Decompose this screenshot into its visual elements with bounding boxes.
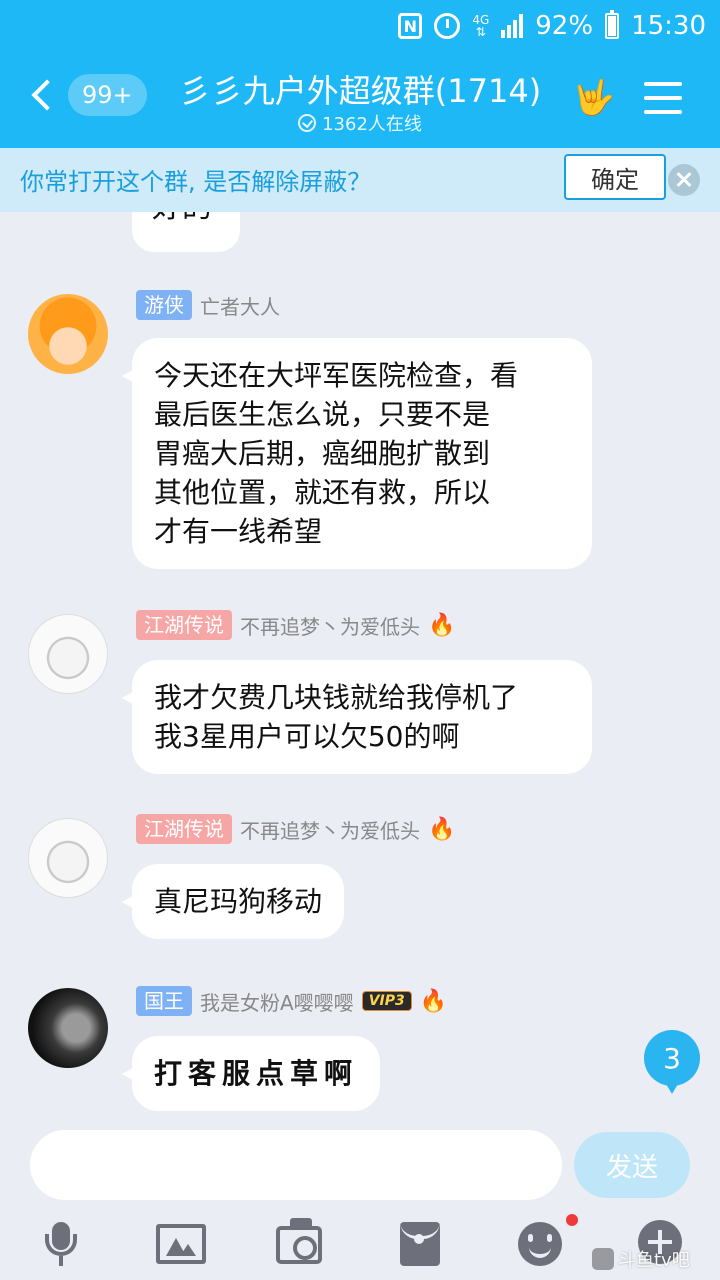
notice-text: 你常打开这个群, 是否解除屏蔽？ [20, 168, 372, 196]
signal-icon [501, 14, 524, 38]
back-button[interactable]: 99+ [26, 74, 147, 116]
network-type: 4G ⇅ [472, 13, 490, 39]
title-bar: 99+ 彡彡九户外超级群(1714) 1362人在线 🤟 [0, 52, 720, 148]
watermark-logo-icon [592, 1248, 614, 1270]
new-message-count-badge[interactable]: 3 [644, 1030, 700, 1094]
sender-line: 国王 我是女粉A嘤嘤嘤 VIP3 🔥 [136, 986, 447, 1016]
fire-icon: 🔥 [428, 816, 456, 842]
message-bubble[interactable]: 打客服点草啊 [121, 1036, 381, 1111]
vip-badge-icon: VIP3 [361, 991, 412, 1011]
member-title-tag: 江湖传说 [136, 610, 232, 640]
red-packet-icon[interactable] [400, 1222, 440, 1266]
online-status: 1362人在线 [150, 110, 570, 136]
composer: 发送 [0, 1120, 720, 1210]
member-title-tag: 江湖传说 [136, 814, 232, 844]
message-bubble[interactable]: 今天还在大坪军医院检查，看 最后医生怎么说，只要不是 胃癌大后期，癌细胞扩散到 … [122, 338, 592, 569]
microphone-icon[interactable] [36, 1218, 86, 1268]
clock: 15:30 [631, 11, 706, 41]
emoji-icon[interactable] [518, 1222, 562, 1266]
fire-icon: 🔥 [428, 612, 456, 638]
unblock-notice: 你常打开这个群, 是否解除屏蔽？ 确定 [0, 148, 720, 212]
confirm-button[interactable]: 确定 [564, 154, 666, 200]
camera-icon[interactable] [276, 1218, 322, 1264]
status-bar: N 4G ⇅ 92% 15:30 [0, 0, 720, 52]
group-title: 彡彡九户外超级群(1714) [178, 72, 542, 110]
message-bubble[interactable]: 我才欠费几块钱就给我停机了 我3星用户可以欠50的啊 [122, 660, 592, 774]
online-count: 1362人在线 [322, 114, 422, 135]
fire-icon: 🔥 [419, 988, 448, 1014]
sender-line: 江湖传说 不再追梦丶为爱低头 🔥 [136, 814, 455, 844]
unread-count-badge: 99+ [68, 74, 147, 116]
avatar[interactable] [28, 614, 108, 694]
message-bubble[interactable]: 真尼玛狗移动 [121, 864, 345, 939]
online-check-icon [298, 114, 317, 132]
image-icon[interactable] [156, 1224, 206, 1264]
avatar[interactable] [28, 988, 108, 1068]
avatar[interactable] [28, 294, 108, 374]
member-title-tag: 国王 [136, 986, 192, 1016]
hand-gesture-icon[interactable]: 🤟 [572, 76, 616, 120]
watermark: 斗鱼tv吧 [592, 1246, 690, 1272]
sender-name[interactable]: 我是女粉A嘤嘤嘤 [200, 987, 354, 1016]
sender-line: 江湖传说 不再追梦丶为爱低头 🔥 [136, 610, 455, 640]
sender-name[interactable]: 亡者大人 [200, 291, 280, 320]
alarm-icon [434, 13, 461, 39]
menu-icon[interactable] [644, 82, 682, 114]
message-bubble-partial[interactable]: 好的 [132, 212, 240, 252]
back-chevron-icon [31, 79, 63, 111]
sender-line: 游侠 亡者大人 [136, 290, 280, 320]
battery-percent: 92% [535, 11, 594, 41]
send-button[interactable]: 发送 [574, 1132, 690, 1198]
battery-icon [605, 10, 620, 39]
chat-area[interactable]: 好的 游侠 亡者大人 今天还在大坪军医院检查，看 最后医生怎么说，只要不是 胃癌… [0, 212, 720, 1120]
message-input[interactable] [30, 1130, 562, 1200]
avatar[interactable] [28, 818, 108, 898]
sender-name[interactable]: 不再追梦丶为爱低头 [240, 815, 420, 844]
nfc-icon: N [398, 13, 423, 39]
notification-dot [566, 1214, 578, 1226]
close-icon[interactable] [668, 164, 700, 196]
sender-name[interactable]: 不再追梦丶为爱低头 [240, 611, 420, 640]
member-title-tag: 游侠 [136, 290, 192, 320]
